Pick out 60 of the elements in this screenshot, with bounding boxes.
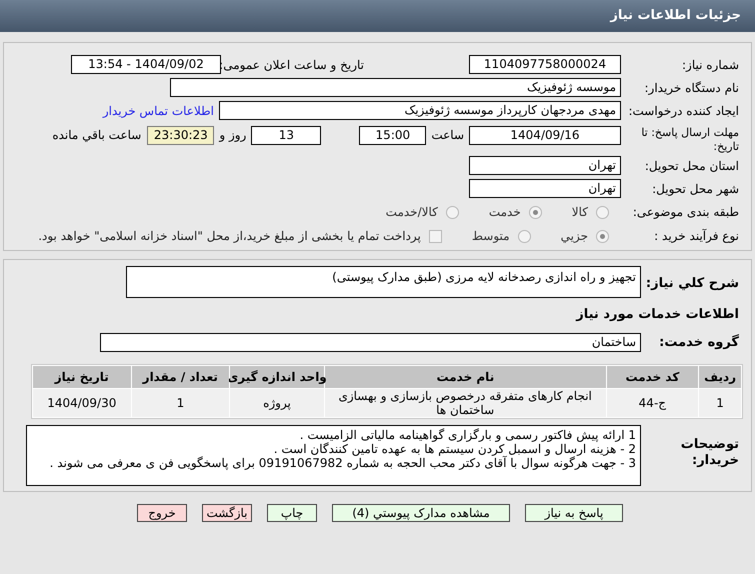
page-header: جزئیات اطلاعات نیاز [0,0,755,32]
field-label: شرح کلي نیاز: [646,276,739,291]
input-field[interactable]: 1404/09/02 - 13:54 [71,55,221,74]
table-cell: ج-44 [606,389,698,417]
input-field[interactable]: 1404/09/16 [469,126,621,145]
field-label: متوسط [472,228,510,245]
buyer-contact-link[interactable]: اطلاعات تماس خریدار [102,102,214,120]
input-field[interactable]: تهران [469,156,621,175]
input-field[interactable]: موسسه ژئوفیزیک [170,78,621,97]
checkbox[interactable] [428,230,442,242]
field-label: شماره نیاز: [682,58,739,72]
radio-button[interactable] [528,206,542,218]
action-button[interactable]: چاپ [267,504,317,522]
field-label: توضیحات خریدار: [680,437,739,469]
input-field[interactable]: 1104097758000024 [469,55,621,74]
field-label: نوع فرآیند خرید : [654,229,739,243]
column-header: واحد اندازه گیری [230,366,324,388]
field-label: استان محل تحویل: [644,158,739,172]
action-button[interactable]: بازگشت [202,504,252,522]
field-label: خدمت [488,204,521,221]
column-header: تاریخ نیاز [33,366,131,388]
action-button[interactable]: خروج [137,504,187,522]
field-label: ساعت باقي مانده [52,127,142,144]
radio-button[interactable] [518,230,531,242]
field-label: ساعت [431,127,464,144]
field-label: گروه خدمت: [659,334,739,350]
input-field[interactable]: تهران [469,179,621,198]
column-header: ردیف [699,366,741,388]
input-field[interactable]: ساختمان [100,332,641,352]
column-header: تعداد / مقدار [132,366,230,388]
action-button[interactable]: پاسخ به نیاز [525,504,623,522]
column-header: کد خدمت [606,366,698,388]
input-field[interactable]: مهدی مردجهان کارپرداز موسسه ژئوفیزیک [219,101,621,120]
field-label: شهر محل تحویل: [652,182,739,196]
table-cell: 1404/09/30 [32,389,131,417]
radio-button[interactable] [596,230,609,242]
table-cell: 1 [132,389,230,417]
field-label: روز و [219,127,246,144]
remaining-time-field: 23:30:23 [147,126,214,145]
field-label: کالا [572,204,588,221]
section-heading: اطلاعات خدمات مورد نیاز [576,306,739,324]
table-cell: 1 [699,389,741,417]
radio-button[interactable] [446,206,459,218]
radio-button[interactable] [596,206,609,218]
field-label: تاریخ و ساعت اعلان عمومی: [221,56,364,74]
field-label: مهلت ارسال پاسخ: تا تاریخ: [640,126,739,154]
table-cell: انجام کارهای متفرقه درخصوص بازسازی و بهسازی ساختمان ها [324,389,606,417]
input-field[interactable]: 15:00 [359,126,426,145]
field-label: جزيي [560,228,588,245]
notes-textarea[interactable]: 1 ارائه پیش فاکتور رسمی و بارگزاری گواهینامه مالیاتی الزامیست . 2 - هزینه ارسال و اسمبل کردن سیستم ها به عهده تامین کنندگان است . 3 - جهت هرگونه سوال با آقای دکتر محب الحجه به شماره 09191067982 برای پاسخگویی فن ی معرفی می شوند . [26,425,641,486]
field-label: نام دستگاه خریدار: [644,80,739,94]
table-cell: پروژه [230,389,324,417]
summary-textarea[interactable]: تجهیز و راه اندازی رصدخانه لایه مرزی (طبق مدارک پیوستی) [126,266,641,298]
field-label: کالا/خدمت [386,204,438,221]
action-button[interactable]: مشاهده مدارک پیوستي (4) [332,504,510,522]
field-label: ایجاد کننده درخواست: [628,104,739,118]
field-label: طبقه بندی موضوعی: [632,205,739,219]
field-label: پرداخت تمام یا بخشی از مبلغ خرید،از محل "اسناد خزانه اسلامی" خواهد بود. [38,228,421,245]
column-header: نام خدمت [325,366,606,388]
input-field[interactable]: 13 [251,126,322,145]
